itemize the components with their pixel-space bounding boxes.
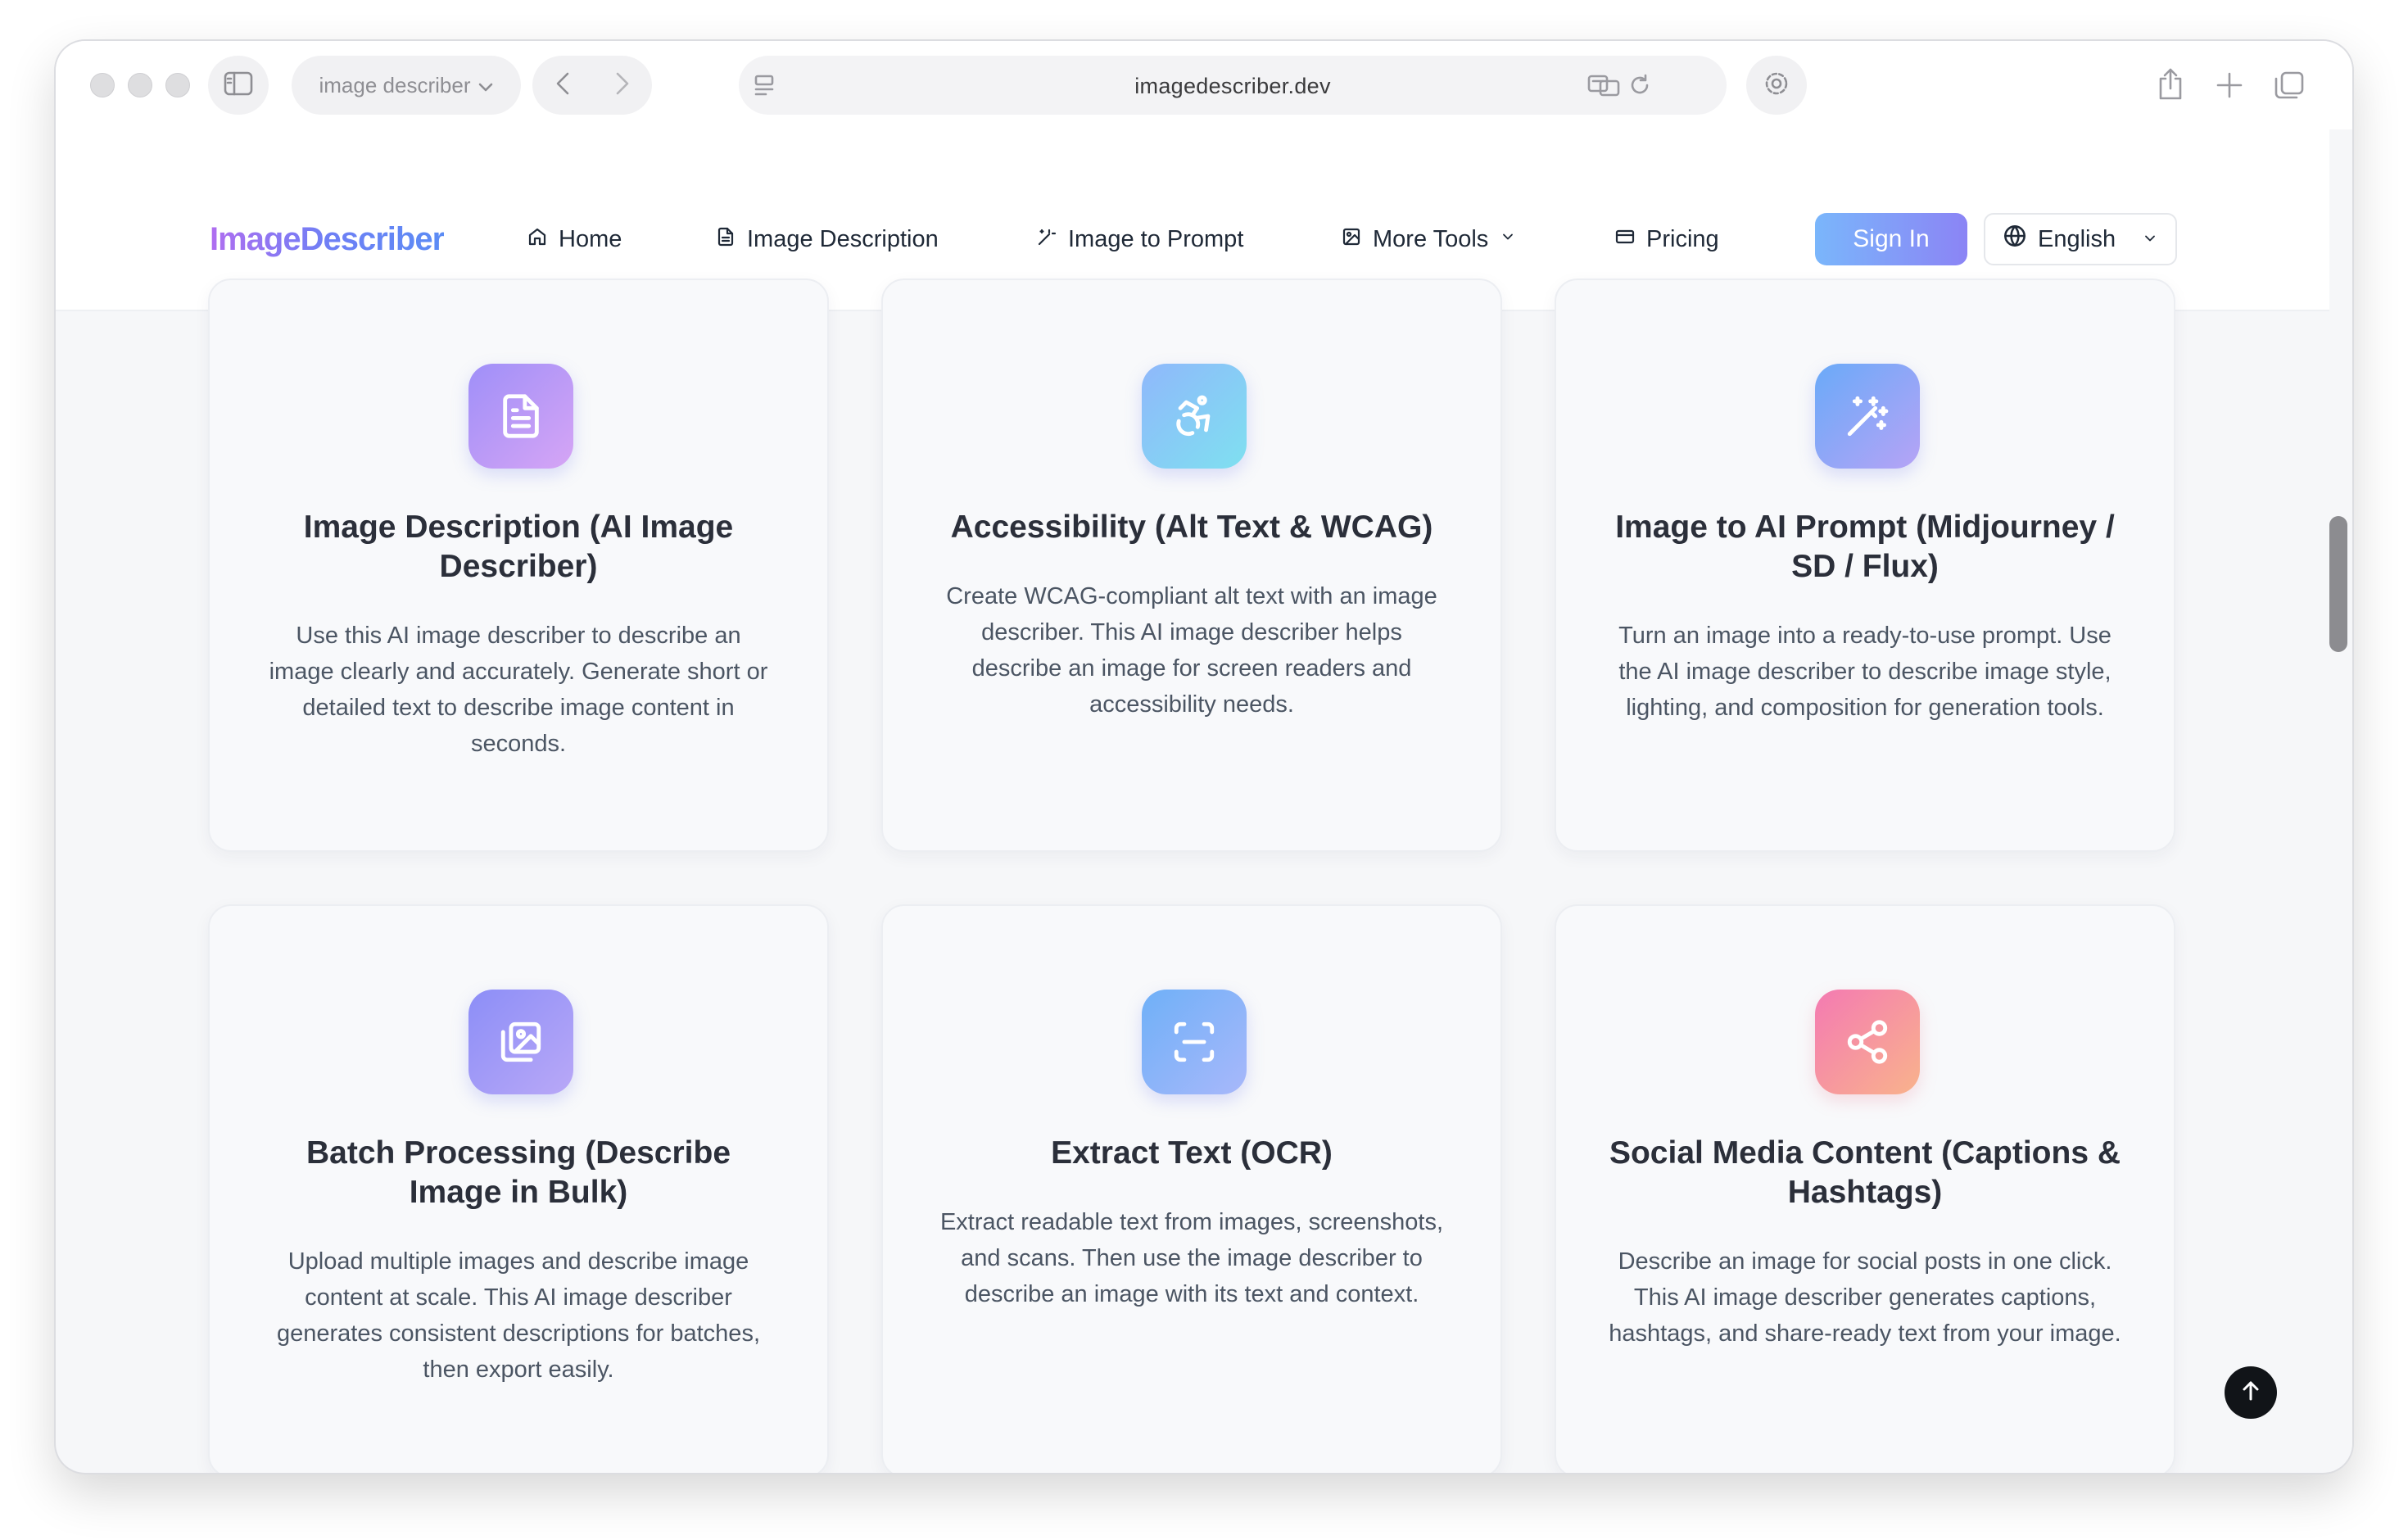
share-icon bbox=[1815, 990, 1920, 1094]
card-title: Batch Processing (Describe Image in Bulk… bbox=[306, 1135, 731, 1210]
history-nav bbox=[532, 56, 652, 115]
zoom-window-button[interactable] bbox=[165, 73, 190, 97]
magic-wand-icon bbox=[1037, 226, 1057, 253]
chevron-down-icon bbox=[2142, 226, 2158, 253]
feature-card-batch-processing[interactable]: Batch Processing (Describe Image in Bulk… bbox=[208, 904, 829, 1473]
nav-home[interactable]: Home bbox=[527, 223, 622, 256]
card-title: Extract Text (OCR) bbox=[1051, 1135, 1333, 1171]
scrollbar-thumb[interactable] bbox=[2329, 516, 2347, 652]
sign-in-button[interactable]: Sign In bbox=[1815, 213, 1967, 265]
feature-card-image-to-prompt[interactable]: Image to AI Prompt (Midjourney / SD / Fl… bbox=[1555, 279, 2175, 852]
card-description: Extract readable text from images, scree… bbox=[939, 1209, 1444, 1307]
card-description: Turn an image into a ready-to-use prompt… bbox=[1618, 623, 2112, 721]
url-text: imagedescriber.dev bbox=[1134, 74, 1331, 98]
scrollbar-track[interactable] bbox=[2329, 129, 2352, 1473]
card-title: Image to AI Prompt (Midjourney / SD / Fl… bbox=[1615, 510, 2115, 584]
site-logo[interactable]: ImageDescriber bbox=[210, 221, 445, 258]
back-button[interactable] bbox=[555, 71, 570, 100]
image-icon bbox=[1342, 226, 1361, 253]
feature-card-social-media[interactable]: Social Media Content (Captions & Hashtag… bbox=[1555, 904, 2175, 1473]
nav-more-tools-label: More Tools bbox=[1373, 225, 1489, 252]
card-description: Upload multiple images and describe imag… bbox=[277, 1248, 760, 1383]
share-page-icon[interactable] bbox=[2157, 67, 2184, 106]
forward-button[interactable] bbox=[615, 71, 630, 100]
card-description: Describe an image for social posts in on… bbox=[1609, 1248, 2121, 1347]
scan-icon bbox=[1142, 990, 1247, 1094]
browser-toolbar: image describer imagedescriber.dev bbox=[56, 41, 2352, 129]
globe-icon bbox=[2003, 224, 2026, 254]
sidebar-toggle-button[interactable] bbox=[208, 56, 269, 115]
credit-card-icon bbox=[1615, 226, 1635, 253]
language-label: English bbox=[2038, 225, 2116, 252]
chevron-down-icon bbox=[478, 73, 493, 98]
magic-wand-icon bbox=[1815, 364, 1920, 469]
card-title: Image Description (AI Image Describer) bbox=[303, 510, 734, 584]
images-stack-icon bbox=[468, 990, 573, 1094]
gear-icon bbox=[1762, 69, 1791, 102]
back-to-top-button[interactable] bbox=[2225, 1366, 2277, 1419]
translate-icon[interactable] bbox=[1587, 74, 1620, 101]
arrow-up-icon bbox=[2241, 1380, 2261, 1406]
nav-pricing[interactable]: Pricing bbox=[1615, 223, 1719, 256]
tab-group-button[interactable]: image describer bbox=[292, 56, 521, 115]
home-icon bbox=[527, 226, 547, 253]
tab-overview-icon[interactable] bbox=[2274, 70, 2305, 106]
feature-card-image-description[interactable]: Image Description (AI Image Describer) U… bbox=[208, 279, 829, 852]
card-description: Create WCAG-compliant alt text with an i… bbox=[946, 583, 1437, 718]
sidebar-icon bbox=[224, 71, 253, 100]
nav-home-label: Home bbox=[559, 225, 622, 252]
feature-card-extract-text[interactable]: Extract Text (OCR) Extract readable text… bbox=[881, 904, 1502, 1473]
new-tab-icon[interactable] bbox=[2216, 72, 2243, 102]
browser-window: image describer imagedescriber.dev Image… bbox=[56, 41, 2352, 1473]
card-title: Accessibility (Alt Text & WCAG) bbox=[950, 510, 1433, 545]
address-bar[interactable]: imagedescriber.dev bbox=[739, 56, 1727, 115]
card-title: Social Media Content (Captions & Hashtag… bbox=[1609, 1135, 2121, 1210]
reload-icon[interactable] bbox=[1628, 74, 1651, 101]
nav-image-to-prompt-label: Image to Prompt bbox=[1068, 225, 1244, 252]
tab-group-label: image describer bbox=[319, 72, 471, 97]
minimize-window-button[interactable] bbox=[128, 73, 152, 97]
feature-card-accessibility[interactable]: Accessibility (Alt Text & WCAG) Create W… bbox=[881, 279, 1502, 852]
nav-more-tools[interactable]: More Tools bbox=[1342, 223, 1516, 256]
nav-image-description[interactable]: Image Description bbox=[716, 223, 939, 256]
close-window-button[interactable] bbox=[90, 73, 115, 97]
nav-image-description-label: Image Description bbox=[747, 225, 939, 252]
document-icon bbox=[716, 226, 736, 253]
chevron-down-icon bbox=[1500, 226, 1516, 253]
extensions-button[interactable] bbox=[1746, 56, 1807, 115]
nav-image-to-prompt[interactable]: Image to Prompt bbox=[1037, 223, 1243, 256]
language-select[interactable]: English bbox=[1984, 213, 2177, 265]
nav-pricing-label: Pricing bbox=[1646, 225, 1719, 252]
document-icon bbox=[468, 364, 573, 469]
accessibility-icon bbox=[1142, 364, 1247, 469]
card-description: Use this AI image describer to describe … bbox=[269, 623, 768, 757]
